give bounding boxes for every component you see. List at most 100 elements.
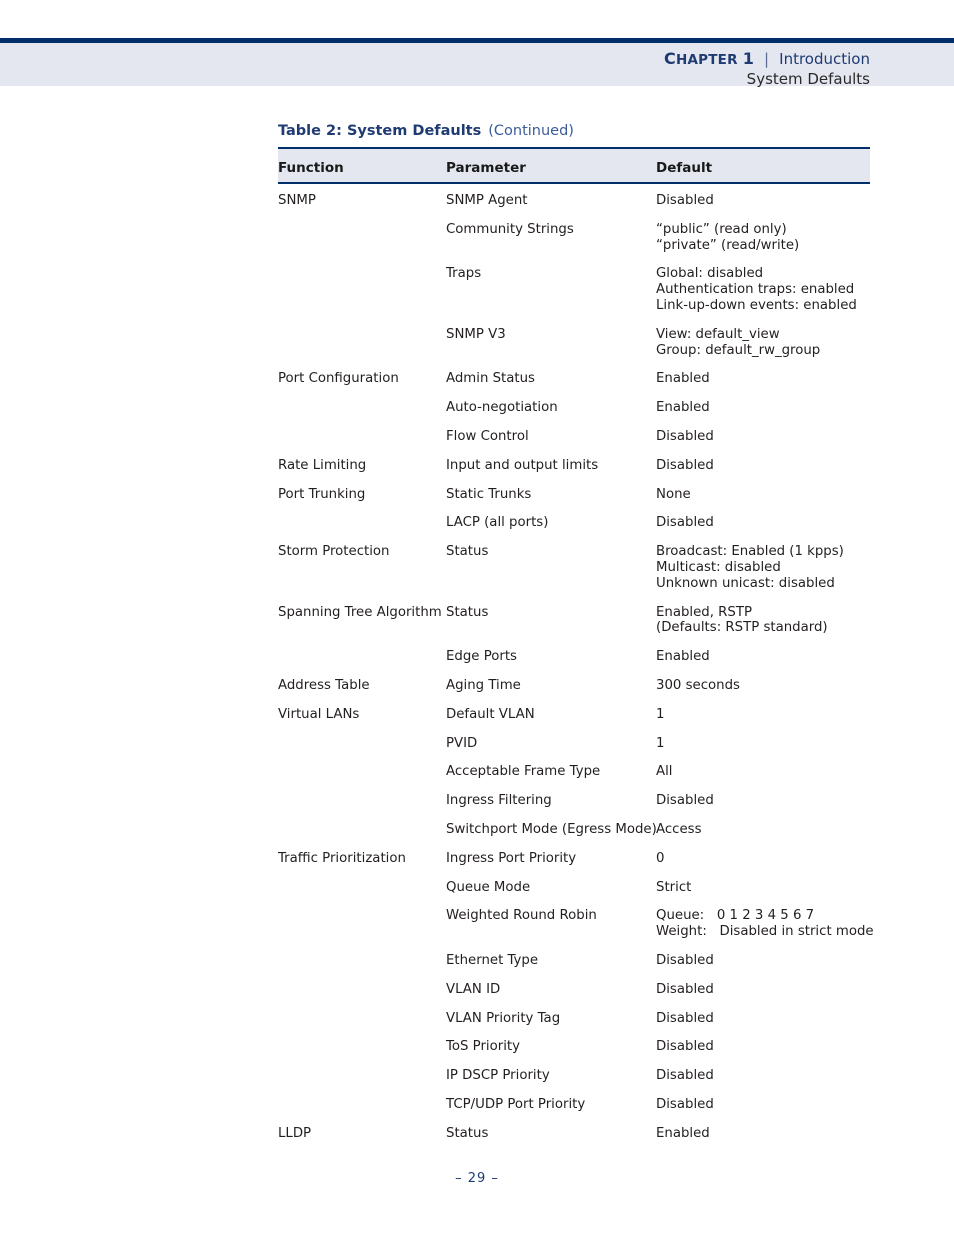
cell-line: Status (446, 544, 489, 560)
table-caption-continued: (Continued) (488, 123, 574, 139)
table-row: VLAN Priority Tag Disabled (278, 1005, 870, 1034)
cell-parameter: TCP/UDP Port Priority (446, 1091, 656, 1120)
cell-line: VLAN Priority Tag (446, 1010, 561, 1026)
table-row: Address Table Aging Time 300 seconds (278, 672, 870, 701)
cell-default: Enabled (656, 365, 870, 394)
cell-line: LACP (all ports) (446, 515, 549, 531)
cell-line: All (656, 764, 673, 780)
cell-parameter: Ingress Filtering (446, 787, 656, 816)
cell-function: Spanning Tree Algorithm (278, 599, 446, 644)
table-row: Rate Limiting Input and output limits Disa… (278, 452, 870, 481)
cell-parameter: Community Strings (446, 216, 656, 261)
cell-parameter: Auto-negotiation (446, 394, 656, 423)
table-row: SNMP V3 View: default_view Group: default_… (278, 321, 870, 366)
table-caption: Table 2: System Defaults (Continued) (278, 120, 574, 139)
cell-line: PVID (446, 735, 478, 751)
cell-line: Disabled (656, 428, 714, 444)
cell-function (278, 976, 446, 1005)
cell-line: Disabled (656, 1096, 714, 1112)
cell-line: Multicast: disabled (656, 559, 781, 575)
cell-line: Link-up-down events: enabled (656, 297, 857, 313)
cell-line: None (656, 486, 691, 502)
table-row: Edge Ports Enabled (278, 643, 870, 672)
table-row: Ingress Filtering Disabled (278, 787, 870, 816)
table-row: TCP/UDP Port Priority Disabled (278, 1091, 870, 1120)
cell-line: View: default_view (656, 326, 780, 342)
cell-line: Group: default_rw_group (656, 342, 821, 358)
cell-parameter: Ethernet Type (446, 947, 656, 976)
cell-line: SNMP V3 (446, 326, 506, 342)
cell-line: Disabled (656, 515, 714, 531)
cell-function: LLDP (278, 1120, 446, 1149)
cell-default: Disabled (656, 423, 870, 452)
cell-parameter: Weighted Round Robin (446, 902, 656, 947)
cell-line: Traffic Prioritization (278, 850, 406, 866)
cell-line: Enabled, RSTP (656, 604, 753, 620)
cell-line: Admin Status (446, 371, 535, 387)
cell-parameter: SNMP V3 (446, 321, 656, 366)
cell-default: Global: disabled Authentication traps: en… (656, 260, 870, 320)
table-row: Community Strings “public” (read only) “pr… (278, 216, 870, 261)
cell-line: Disabled (656, 952, 714, 968)
cell-line: Rate Limiting (278, 457, 367, 473)
table-row: Storm Protection Status Broadcast: Enabled… (278, 538, 870, 598)
cell-line: SNMP (278, 193, 316, 208)
cell-function: Port Configuration (278, 365, 446, 394)
cell-function (278, 1091, 446, 1120)
page-number: – 29 – (455, 1171, 499, 1186)
cell-line: Broadcast: Enabled (1 kpps) (656, 544, 844, 560)
cell-line: Aging Time (446, 677, 521, 693)
cell-line: Disabled (656, 1010, 714, 1026)
cell-default: Enabled (656, 643, 870, 672)
cell-line: Queue Mode (446, 879, 531, 895)
cell-parameter: VLAN ID (446, 976, 656, 1005)
cell-line: VLAN ID (446, 981, 501, 997)
cell-line: Port Configuration (278, 371, 399, 387)
cell-function (278, 321, 446, 366)
cell-line: Static Trunks (446, 486, 532, 502)
table-row: Port Trunking Static Trunks None (278, 481, 870, 510)
cell-parameter: PVID (446, 730, 656, 759)
cell-function (278, 216, 446, 261)
cell-parameter: Status (446, 1120, 656, 1149)
table-row: Acceptable Frame Type All (278, 758, 870, 787)
cell-default: Disabled (656, 183, 870, 216)
cell-line: Auto-negotiation (446, 400, 558, 416)
cell-line: Disabled (656, 793, 714, 809)
cell-function (278, 874, 446, 903)
cell-parameter: Status (446, 538, 656, 598)
cell-default: Disabled (656, 976, 870, 1005)
cell-function (278, 730, 446, 759)
cell-line: Storm Protection (278, 544, 390, 560)
cell-line: Enabled (656, 371, 710, 387)
cell-line: Status (446, 604, 489, 620)
cell-line: 1 (656, 735, 665, 751)
cell-parameter: Acceptable Frame Type (446, 758, 656, 787)
cell-line: Enabled (656, 1125, 710, 1141)
table-row: LLDP Status Enabled (278, 1120, 870, 1149)
cell-line: ToS Priority (446, 1039, 520, 1055)
cell-line: Strict (656, 879, 692, 895)
section-title: System Defaults (746, 70, 870, 88)
cell-default: Disabled (656, 1062, 870, 1091)
cell-function: SNMP (278, 183, 446, 216)
cell-line: Switchport Mode (Egress Mode) (446, 821, 657, 837)
cell-default: Disabled (656, 1033, 870, 1062)
cell-line: Global: disabled (656, 266, 764, 282)
cell-parameter: Status (446, 599, 656, 644)
chapter-number: 1 (742, 49, 754, 68)
cell-line: Spanning Tree Algorithm (278, 604, 442, 620)
cell-line: Disabled (656, 1039, 714, 1055)
chapter-title: Introduction (779, 50, 870, 68)
cell-parameter: VLAN Priority Tag (446, 1005, 656, 1034)
cell-default: Disabled (656, 1005, 870, 1034)
table-row: Queue Mode Strict (278, 874, 870, 903)
table-row: Virtual LANs Default VLAN 1 (278, 701, 870, 730)
cell-line: Weighted Round Robin (446, 908, 597, 924)
cell-parameter: Default VLAN (446, 701, 656, 730)
cell-parameter: Edge Ports (446, 643, 656, 672)
column-header-default: Default (656, 147, 870, 184)
cell-default: 0 (656, 845, 870, 874)
cell-line: Enabled (656, 649, 710, 665)
cell-function (278, 1062, 446, 1091)
